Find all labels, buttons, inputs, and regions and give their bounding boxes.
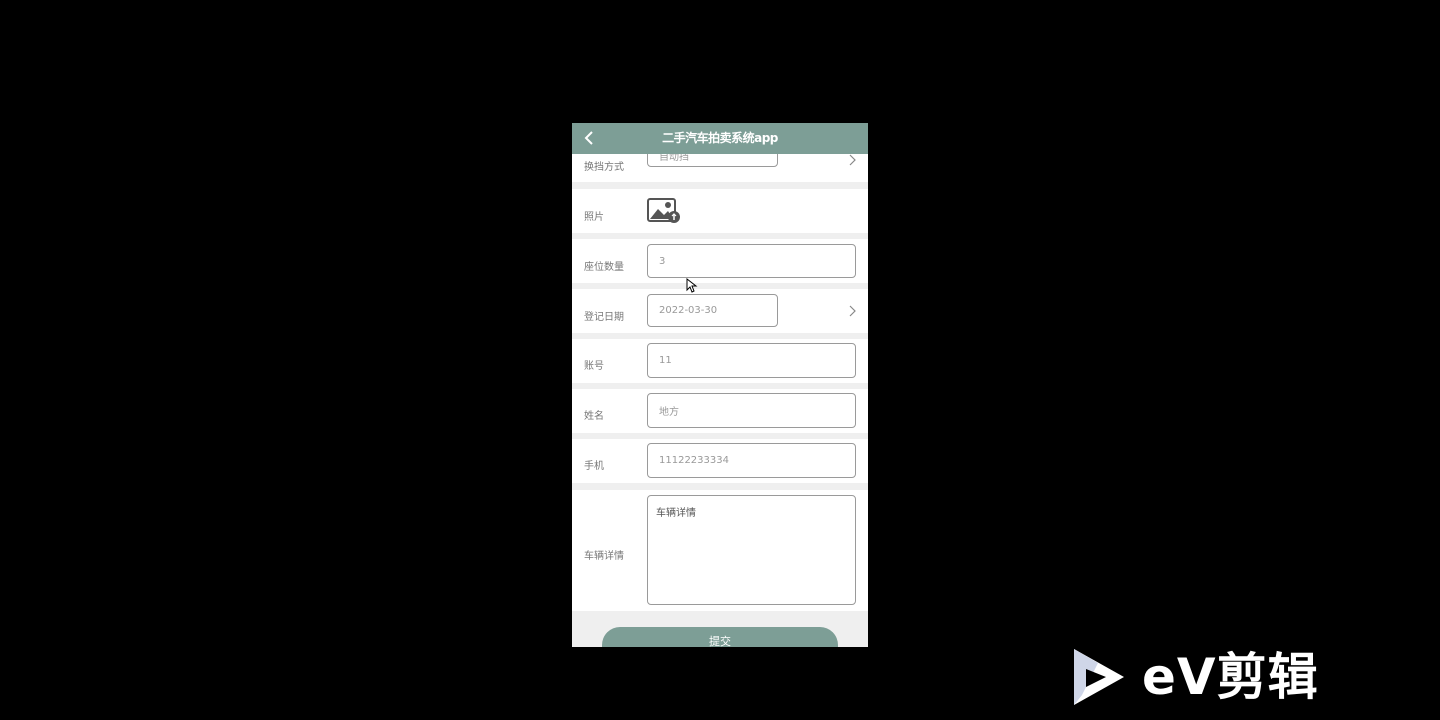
chevron-right-icon (849, 305, 856, 317)
photo-label: 照片 (584, 212, 604, 223)
seats-label: 座位数量 (584, 262, 624, 273)
watermark: eV剪辑 (1068, 645, 1338, 709)
play-logo-icon (1074, 649, 1124, 705)
details-label: 车辆详情 (584, 551, 624, 562)
transmission-label: 换挡方式 (584, 162, 624, 173)
details-textarea[interactable]: 车辆详情 (647, 495, 856, 605)
reg-date-label: 登记日期 (584, 312, 624, 323)
form-row-reg-date: 登记日期 2022-03-30 (572, 289, 868, 333)
reg-date-picker[interactable]: 2022-03-30 (647, 294, 778, 327)
submit-button[interactable]: 提交 (602, 627, 838, 647)
chevron-right-icon (849, 154, 856, 166)
form-row-account: 账号 11 (572, 339, 868, 383)
form-row-seats: 座位数量 3 (572, 239, 868, 283)
phone-input[interactable]: 11122233334 (647, 443, 856, 478)
mouse-cursor-icon (686, 278, 698, 293)
form-row-name: 姓名 地方 (572, 389, 868, 433)
phone-label: 手机 (584, 461, 604, 472)
name-label: 姓名 (584, 411, 604, 422)
watermark-text: eV剪辑 (1142, 648, 1319, 706)
form-row-details: 车辆详情 车辆详情 (572, 490, 868, 611)
account-label: 账号 (584, 361, 604, 372)
account-input[interactable]: 11 (647, 343, 856, 378)
image-upload-icon[interactable] (647, 196, 681, 224)
form-row-photo: 照片 (572, 189, 868, 233)
app-header: 二手汽车拍卖系统app (572, 123, 868, 154)
phone-screen: 二手汽车拍卖系统app 换挡方式 自动挡 照片 座位数量 3 登记日期 2022… (572, 123, 868, 647)
page-title: 二手汽车拍卖系统app (662, 131, 778, 145)
form-row-phone: 手机 11122233334 (572, 439, 868, 483)
name-input[interactable]: 地方 (647, 393, 856, 428)
seats-input[interactable]: 3 (647, 244, 856, 278)
